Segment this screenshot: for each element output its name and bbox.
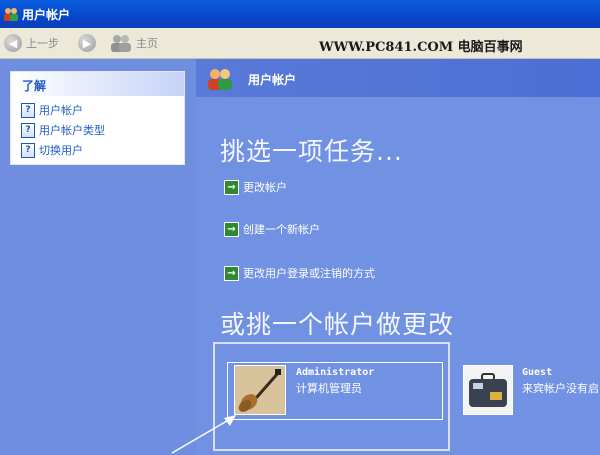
task-label: 创建一个新帐户 [243, 223, 320, 236]
green-arrow-icon: → [224, 265, 239, 281]
home-button[interactable]: 主页 [110, 32, 158, 54]
task-label: 更改帐户 [243, 181, 287, 194]
account-name: Guest [522, 367, 553, 378]
help-icon: ? [21, 122, 35, 138]
back-label: 上一步 [26, 37, 59, 50]
help-icon: ? [21, 102, 35, 118]
account-name: Administrator [296, 367, 375, 378]
suitcase-avatar-icon[interactable] [463, 365, 513, 415]
user-accounts-icon [208, 69, 232, 90]
forward-arrow-icon: ▶ [78, 34, 96, 52]
sidebar-item-label: 切换用户 [39, 144, 83, 157]
sidebar-item-account-types[interactable]: ? 用户帐户类型 [21, 122, 105, 138]
learn-about-box: 了解 ? 用户帐户 ? 用户帐户类型 ? 切换用户 [10, 71, 185, 165]
help-icon: ? [21, 142, 35, 158]
pick-task-heading: 挑选一项任务... [220, 137, 403, 166]
home-users-icon [111, 35, 131, 52]
guitar-avatar-icon[interactable] [234, 365, 286, 415]
forward-button[interactable]: ▶ [78, 32, 96, 54]
task-change-logon[interactable]: → 更改用户登录或注销的方式 [224, 265, 375, 281]
watermark-text: WWW.PC841.COM 电脑百事网 [319, 40, 523, 55]
green-arrow-icon: → [224, 179, 239, 195]
account-description: 计算机管理员 [296, 382, 362, 395]
account-description: 来宾帐户没有启 [522, 382, 599, 395]
users-icon [4, 8, 18, 21]
sidebar-item-switch-user[interactable]: ? 切换用户 [21, 142, 83, 158]
window-title: 用户帐户 [22, 8, 71, 22]
task-label: 更改用户登录或注销的方式 [243, 267, 375, 280]
green-arrow-icon: → [224, 221, 239, 237]
sidebar-item-user-accounts[interactable]: ? 用户帐户 [21, 102, 83, 118]
pick-account-heading: 或挑一个帐户做更改 [220, 310, 455, 339]
back-button[interactable]: ◀ 上一步 [4, 32, 59, 54]
task-create-account[interactable]: → 创建一个新帐户 [224, 221, 320, 237]
sidebar-item-label: 用户帐户类型 [39, 124, 105, 137]
title-bar[interactable]: 用户帐户 [0, 0, 600, 28]
sidebar-item-label: 用户帐户 [39, 104, 83, 117]
task-change-account[interactable]: → 更改帐户 [224, 179, 287, 195]
home-label: 主页 [136, 37, 158, 50]
learn-about-title: 了解 [22, 79, 47, 93]
main-header-title: 用户帐户 [248, 73, 297, 87]
back-arrow-icon: ◀ [4, 34, 22, 52]
annotation-arrow-icon [171, 415, 236, 454]
learn-about-header: 了解 [11, 72, 184, 96]
